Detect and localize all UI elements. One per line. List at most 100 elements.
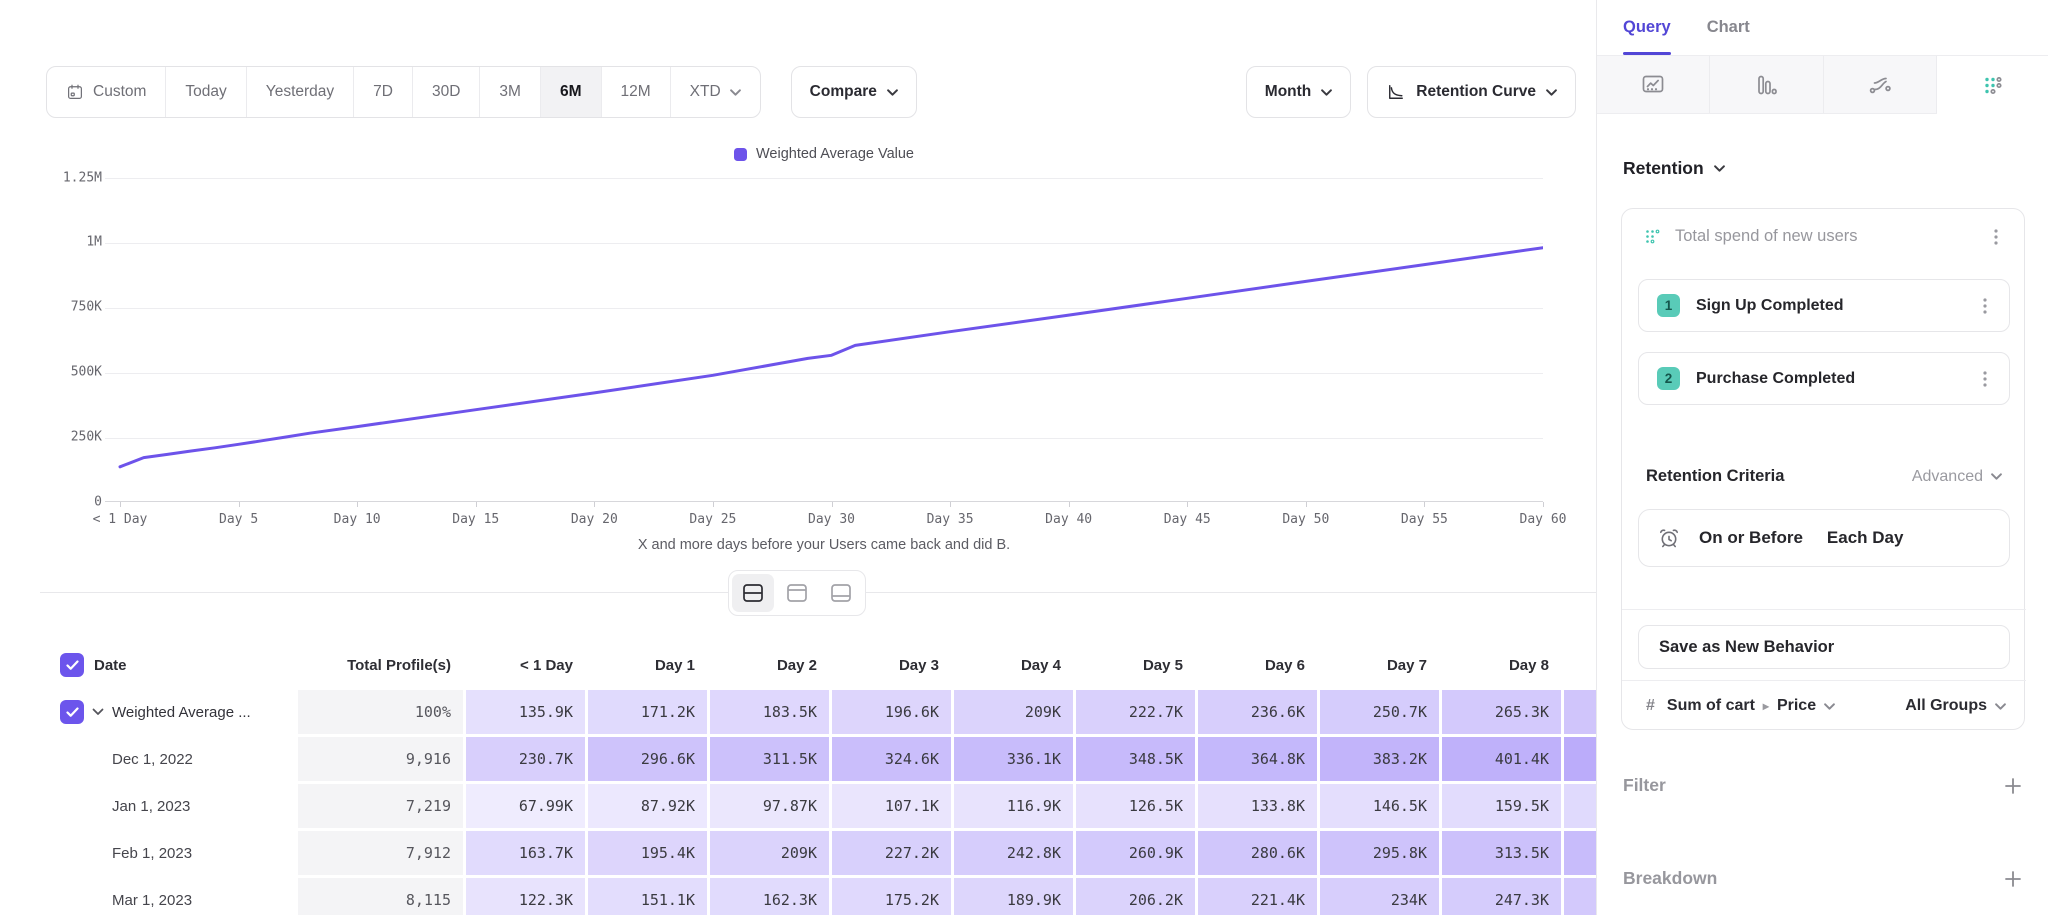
add-breakdown-button[interactable]: [2003, 869, 2023, 889]
criteria-value-card[interactable]: On or Before Each Day: [1638, 509, 2010, 567]
chart-type-dropdown[interactable]: Retention Curve: [1367, 66, 1576, 118]
retention-value-cell[interactable]: 336.1K: [954, 737, 1073, 781]
retention-value-cell[interactable]: 67.99K: [466, 784, 585, 828]
row-checkbox[interactable]: [60, 700, 84, 724]
range-custom-button[interactable]: Custom: [47, 67, 166, 117]
chevron-down-icon[interactable]: [92, 708, 104, 716]
retention-value-cell[interactable]: 107.1K: [832, 784, 951, 828]
viz-funnels-tab[interactable]: [1710, 56, 1823, 113]
retention-line-chart[interactable]: < 1 DayDay 5Day 10Day 15Day 20Day 25Day …: [105, 170, 1543, 502]
chart-only-view-toggle[interactable]: [776, 574, 818, 612]
compare-button[interactable]: Compare: [791, 66, 917, 118]
total-profiles-cell[interactable]: 7,912: [298, 831, 463, 875]
granularity-dropdown[interactable]: Month: [1246, 66, 1351, 118]
row-label-cell[interactable]: Jan 1, 2023: [40, 784, 295, 828]
criteria-on-or-before[interactable]: On or Before: [1699, 528, 1803, 548]
range-30d-button[interactable]: 30D: [413, 67, 480, 117]
total-profiles-cell[interactable]: 8,115: [298, 878, 463, 915]
retention-value-cell[interactable]: 324.6K: [832, 737, 951, 781]
retention-value-cell[interactable]: 171.2K: [588, 690, 707, 734]
split-view-toggle[interactable]: [732, 574, 774, 612]
kebab-menu-icon[interactable]: [1977, 297, 1993, 315]
retention-value-cell[interactable]: 122.3K: [466, 878, 585, 915]
retention-value-cell[interactable]: 383.2K: [1320, 737, 1439, 781]
retention-value-cell[interactable]: 348.5K: [1076, 737, 1195, 781]
retention-value-cell-clipped[interactable]: [1564, 878, 1596, 915]
retention-value-cell[interactable]: 195.4K: [588, 831, 707, 875]
tab-query[interactable]: Query: [1623, 0, 1671, 55]
retention-value-cell[interactable]: 221.4K: [1198, 878, 1317, 915]
retention-value-cell[interactable]: 162.3K: [710, 878, 829, 915]
retention-value-cell-clipped[interactable]: [1564, 784, 1596, 828]
viz-flows-tab[interactable]: [1824, 56, 1937, 113]
retention-value-cell[interactable]: 313.5K: [1442, 831, 1561, 875]
range-xtd-button[interactable]: XTD: [671, 67, 760, 117]
range-3m-button[interactable]: 3M: [480, 67, 541, 117]
range-yesterday-button[interactable]: Yesterday: [247, 67, 354, 117]
retention-value-cell[interactable]: 364.8K: [1198, 737, 1317, 781]
report-type-dropdown[interactable]: Retention: [1623, 158, 1725, 179]
tab-chart[interactable]: Chart: [1707, 0, 1750, 55]
retention-value-cell-clipped[interactable]: [1564, 690, 1596, 734]
advanced-dropdown[interactable]: Advanced: [1912, 468, 2002, 486]
all-groups-dropdown[interactable]: All Groups: [1905, 697, 2006, 715]
retention-value-cell[interactable]: 206.2K: [1076, 878, 1195, 915]
retention-value-cell[interactable]: 151.1K: [588, 878, 707, 915]
step-1-sign-up-completed[interactable]: 1 Sign Up Completed: [1638, 279, 2010, 332]
retention-value-cell[interactable]: 295.8K: [1320, 831, 1439, 875]
step-2-purchase-completed[interactable]: 2 Purchase Completed: [1638, 352, 2010, 405]
add-filter-button[interactable]: [2003, 776, 2023, 796]
retention-value-cell[interactable]: 227.2K: [832, 831, 951, 875]
retention-value-cell[interactable]: 250.7K: [1320, 690, 1439, 734]
select-all-checkbox[interactable]: [60, 653, 84, 677]
retention-value-cell[interactable]: 189.9K: [954, 878, 1073, 915]
range-today-button[interactable]: Today: [166, 67, 246, 117]
retention-value-cell[interactable]: 175.2K: [832, 878, 951, 915]
retention-value-cell[interactable]: 97.87K: [710, 784, 829, 828]
retention-value-cell[interactable]: 163.7K: [466, 831, 585, 875]
viz-insights-tab[interactable]: [1597, 56, 1710, 113]
retention-value-cell[interactable]: 146.5K: [1320, 784, 1439, 828]
range-6m-button[interactable]: 6M: [541, 67, 602, 117]
range-7d-button[interactable]: 7D: [354, 67, 413, 117]
table-only-view-toggle[interactable]: [820, 574, 862, 612]
retention-value-cell-clipped[interactable]: [1564, 737, 1596, 781]
retention-value-cell[interactable]: 265.3K: [1442, 690, 1561, 734]
retention-value-cell[interactable]: 247.3K: [1442, 878, 1561, 915]
retention-value-cell[interactable]: 159.5K: [1442, 784, 1561, 828]
retention-value-cell[interactable]: 236.6K: [1198, 690, 1317, 734]
retention-value-cell[interactable]: 280.6K: [1198, 831, 1317, 875]
row-label-cell[interactable]: Dec 1, 2022: [40, 737, 295, 781]
kebab-menu-icon[interactable]: [1977, 370, 1993, 388]
total-profiles-cell[interactable]: 7,219: [298, 784, 463, 828]
retention-value-cell[interactable]: 234K: [1320, 878, 1439, 915]
retention-value-cell[interactable]: 242.8K: [954, 831, 1073, 875]
total-profiles-cell[interactable]: 9,916: [298, 737, 463, 781]
retention-value-cell[interactable]: 401.4K: [1442, 737, 1561, 781]
retention-value-cell[interactable]: 133.8K: [1198, 784, 1317, 828]
row-label-cell[interactable]: Feb 1, 2023: [40, 831, 295, 875]
retention-value-cell[interactable]: 209K: [710, 831, 829, 875]
save-as-new-behavior-button[interactable]: Save as New Behavior: [1638, 625, 2010, 669]
measure-property-dropdown[interactable]: Sum of cart ▸ Price: [1667, 697, 1893, 715]
retention-value-cell[interactable]: 196.6K: [832, 690, 951, 734]
retention-value-cell[interactable]: 183.5K: [710, 690, 829, 734]
row-label-cell[interactable]: Mar 1, 2023: [40, 878, 295, 915]
range-12m-button[interactable]: 12M: [602, 67, 671, 117]
viz-retention-tab[interactable]: [1937, 56, 2048, 115]
legend-item-weighted-average[interactable]: Weighted Average Value: [734, 146, 914, 162]
row-label-cell[interactable]: Weighted Average ...: [40, 690, 295, 734]
retention-value-cell[interactable]: 126.5K: [1076, 784, 1195, 828]
retention-value-cell[interactable]: 222.7K: [1076, 690, 1195, 734]
retention-value-cell[interactable]: 87.92K: [588, 784, 707, 828]
retention-value-cell[interactable]: 230.7K: [466, 737, 585, 781]
retention-value-cell[interactable]: 296.6K: [588, 737, 707, 781]
kebab-menu-icon[interactable]: [1988, 228, 2004, 246]
retention-value-cell[interactable]: 311.5K: [710, 737, 829, 781]
total-profiles-cell[interactable]: 100%: [298, 690, 463, 734]
criteria-each-day[interactable]: Each Day: [1827, 528, 1904, 548]
retention-value-cell[interactable]: 209K: [954, 690, 1073, 734]
retention-value-cell[interactable]: 135.9K: [466, 690, 585, 734]
retention-value-cell[interactable]: 260.9K: [1076, 831, 1195, 875]
retention-value-cell-clipped[interactable]: [1564, 831, 1596, 875]
